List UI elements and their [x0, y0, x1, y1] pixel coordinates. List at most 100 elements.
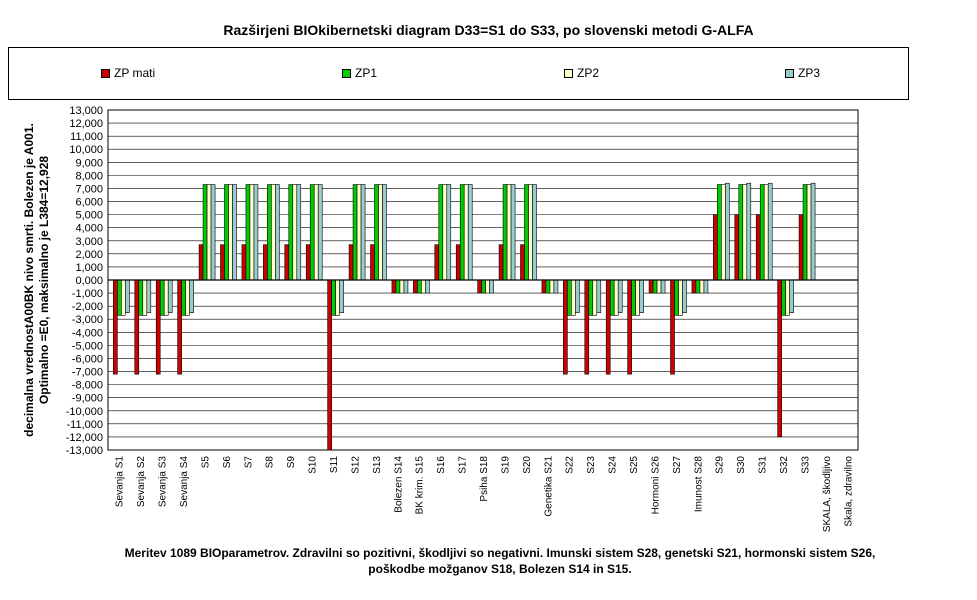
bar	[485, 279, 490, 294]
bar	[267, 184, 272, 281]
x-tick-label: S30	[736, 456, 747, 474]
bar	[695, 279, 701, 294]
bar	[352, 184, 358, 281]
bar	[703, 279, 709, 294]
y-tick-label: 3,000	[75, 236, 103, 248]
x-tick-label: Psiha S18	[479, 456, 490, 502]
bar	[374, 184, 379, 281]
y-tick-label: 6,000	[75, 197, 103, 209]
x-tick-label: S12	[350, 456, 361, 474]
bar	[789, 279, 794, 313]
y-tick-label: -11,000	[67, 419, 104, 431]
x-tick-label: Genetika S21	[543, 456, 554, 517]
bar	[592, 279, 598, 316]
y-tick-label: 13,000	[69, 105, 103, 117]
bar	[609, 279, 615, 316]
bar	[163, 279, 169, 316]
y-tick-label: -10,000	[66, 406, 103, 418]
bar	[305, 244, 311, 281]
bar	[777, 279, 782, 438]
bar	[627, 279, 632, 375]
bar	[541, 279, 547, 294]
bar	[382, 184, 387, 281]
bar	[413, 279, 418, 294]
x-tick-label: Imunost S28	[693, 456, 704, 513]
bar	[125, 279, 130, 313]
bar	[785, 279, 790, 316]
bar	[327, 279, 332, 451]
bar	[524, 184, 529, 281]
x-tick-label: S13	[372, 456, 383, 474]
bar	[635, 279, 640, 316]
x-tick-label: S16	[436, 456, 447, 474]
bar	[759, 184, 765, 281]
bar	[553, 279, 559, 294]
bar	[181, 279, 186, 316]
bar	[391, 279, 397, 294]
y-tick-label: 10,000	[69, 144, 103, 156]
bar	[510, 184, 516, 281]
y-tick-label: 4,000	[75, 223, 103, 235]
bar	[763, 184, 769, 281]
bar	[356, 184, 362, 281]
bar	[631, 279, 636, 316]
x-tick-label: S29	[715, 456, 726, 474]
bar	[309, 184, 315, 281]
bar	[721, 184, 726, 281]
bar	[417, 279, 422, 294]
bar	[810, 182, 816, 281]
x-tick-label: S20	[522, 456, 533, 474]
y-tick-label: 9,000	[75, 157, 103, 169]
bar	[395, 279, 401, 294]
y-tick-label: -7,000	[72, 367, 103, 379]
bar	[220, 244, 225, 281]
x-tick-label: S19	[500, 456, 511, 474]
bar	[317, 184, 323, 281]
bar	[296, 184, 302, 281]
x-tick-label: S24	[608, 456, 619, 474]
bar	[670, 279, 675, 375]
x-tick-label: S17	[458, 456, 469, 474]
bar	[421, 279, 426, 294]
bar	[378, 184, 383, 281]
x-tick-label: S10	[308, 456, 319, 474]
bar	[138, 279, 144, 316]
bar	[117, 279, 122, 316]
bar	[532, 184, 537, 281]
y-tick-label: -2,000	[72, 301, 103, 313]
bar	[781, 279, 786, 316]
bar	[467, 184, 473, 281]
x-tick-label: Hormoni S26	[650, 456, 661, 515]
bar	[502, 184, 508, 281]
bar	[228, 184, 233, 281]
x-tick-label: S6	[222, 456, 233, 469]
bar	[549, 279, 555, 294]
bar	[253, 184, 259, 281]
bar	[442, 184, 448, 281]
bar	[767, 182, 773, 281]
bar	[403, 279, 409, 294]
bar	[348, 244, 354, 281]
bar	[463, 184, 469, 281]
bar	[528, 184, 533, 281]
bar	[224, 184, 229, 281]
bar	[249, 184, 255, 281]
x-tick-label: S8	[265, 456, 276, 469]
x-tick-label: S5	[200, 456, 211, 469]
bar	[498, 244, 504, 281]
y-tick-label: -8,000	[72, 380, 103, 392]
x-tick-label: S9	[286, 456, 297, 469]
bar	[699, 279, 705, 294]
y-tick-label: -6,000	[72, 353, 103, 365]
x-tick-label: S25	[629, 456, 640, 474]
bar	[613, 279, 619, 316]
bar	[159, 279, 165, 316]
bar	[142, 279, 148, 316]
bar	[506, 184, 512, 281]
bar	[245, 184, 251, 281]
bar	[734, 214, 740, 281]
bar-chart: -13,000-12,000-11,000-10,000-9,000-8,000…	[22, 105, 859, 532]
bar	[652, 279, 658, 294]
bar	[155, 279, 161, 375]
bar	[263, 244, 268, 281]
